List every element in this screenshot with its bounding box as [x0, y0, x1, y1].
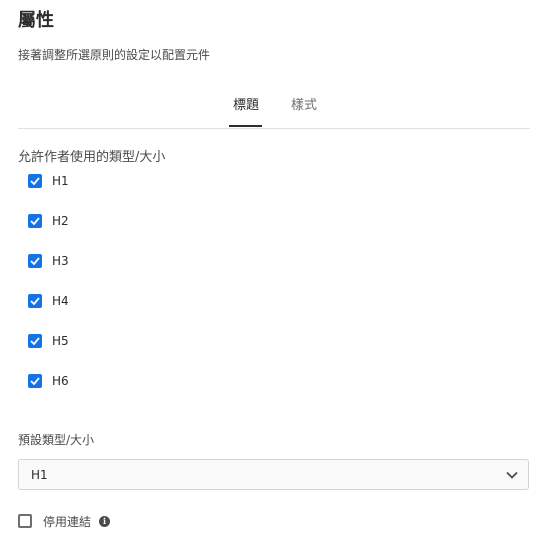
checkbox-h4[interactable]: H4: [28, 291, 69, 311]
page-title: 屬性: [18, 10, 54, 31]
checkbox-h4-label: H4: [52, 294, 69, 308]
checkbox-h4-box[interactable]: [28, 294, 42, 308]
checkbox-h3-label: H3: [52, 254, 69, 268]
tab-headings[interactable]: 標題: [233, 94, 259, 113]
disable-link-label: 停用連結: [43, 514, 92, 529]
tab-bar: 標題 樣式: [18, 88, 530, 129]
checkbox-h5[interactable]: H5: [28, 331, 69, 351]
checkbox-h5-label: H5: [52, 334, 69, 348]
checkbox-h5-box[interactable]: [28, 334, 42, 348]
checkmark-icon: [30, 257, 40, 265]
panel-description: 接著調整所選原則的設定以配置元件: [18, 48, 211, 62]
checkbox-h1-label: H1: [52, 174, 69, 188]
checkbox-h1[interactable]: H1: [28, 171, 69, 191]
checkmark-icon: [30, 217, 40, 225]
checkbox-h3-box[interactable]: [28, 254, 42, 268]
checkbox-h6[interactable]: H6: [28, 371, 69, 391]
tab-styles[interactable]: 樣式: [291, 94, 317, 113]
disable-link-checkbox[interactable]: 停用連結 i: [18, 511, 111, 531]
disable-link-box[interactable]: [18, 514, 32, 528]
tab-selected-indicator: [229, 125, 262, 127]
default-size-label: 預設類型/大小: [18, 433, 95, 447]
checkmark-icon: [30, 177, 40, 185]
checkmark-icon: [30, 377, 40, 385]
chevron-down-icon: [506, 471, 518, 479]
default-size-select[interactable]: H1: [18, 459, 529, 490]
checkbox-h3[interactable]: H3: [28, 251, 69, 271]
checkmark-icon: [30, 337, 40, 345]
checkbox-h6-label: H6: [52, 374, 69, 388]
checkbox-h2-box[interactable]: [28, 214, 42, 228]
info-icon[interactable]: i: [99, 515, 111, 527]
default-size-value: H1: [31, 468, 48, 482]
checkmark-icon: [30, 297, 40, 305]
allowed-sizes-label: 允許作者使用的類型/大小: [18, 150, 166, 165]
checkbox-h2-label: H2: [52, 214, 69, 228]
checkbox-h2[interactable]: H2: [28, 211, 69, 231]
checkbox-h1-box[interactable]: [28, 174, 42, 188]
checkbox-h6-box[interactable]: [28, 374, 42, 388]
